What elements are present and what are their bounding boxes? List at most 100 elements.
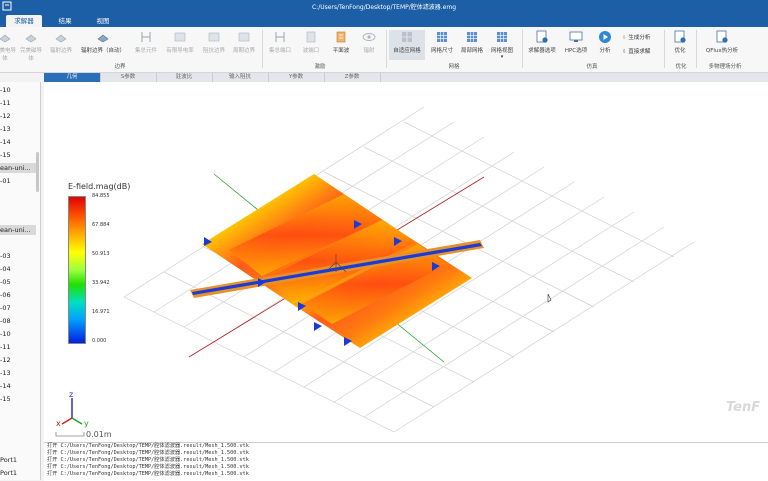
project-tree: -10 -11 -12 -13 -14 -15 ean-uni... -01 e… — [0, 82, 41, 480]
radiation-boundary-button[interactable]: 辐射边界 — [48, 30, 74, 54]
tab-y-params[interactable]: Y参数 — [268, 73, 325, 82]
tree-item[interactable]: -01 — [0, 176, 36, 186]
tree-item[interactable]: -13 — [0, 124, 36, 134]
mouse-cursor-icon — [547, 293, 552, 303]
mesh-size-button[interactable]: 网格尺寸 — [428, 30, 456, 54]
tree-item[interactable]: -03 — [0, 251, 36, 261]
group-label-boundary: 边界 — [114, 64, 126, 70]
port-icon — [275, 32, 285, 42]
direct-solve-button[interactable]: ⇩ 直接求解 — [622, 47, 650, 55]
scale-label: 0.01m — [86, 430, 112, 439]
tree-item[interactable]: -07 — [0, 303, 36, 313]
mesh-icon — [402, 32, 412, 42]
legend-title: E-field.mag(dB) — [68, 182, 131, 191]
grid-icon — [497, 32, 507, 42]
tree-item[interactable]: -05 — [0, 277, 36, 287]
lumped-icon — [141, 32, 151, 42]
ribbon: 完美电导体 完美磁导体 辐射边界 辐射边界（自动） 集总元件 有限导电率 阻抗边… — [0, 27, 768, 73]
periodic-boundary-button[interactable]: 周期边界 — [230, 30, 258, 54]
group-label-excitation: 激励 — [314, 64, 326, 70]
log-line: 打开 C:/Users/TenFong/Desktop/TEMP/腔体滤波器.r… — [47, 450, 249, 456]
impedance-icon — [208, 32, 220, 42]
tree-item[interactable]: -10 — [0, 329, 36, 339]
solver-options-button[interactable]: 求解器选项 — [526, 30, 558, 54]
tree-item-selected[interactable]: ean-uni... — [0, 225, 36, 235]
window-title: C:/Users/TenFong/Desktop/TEMP/腔体滤波器.emg — [311, 4, 457, 11]
tree-item[interactable]: -14 — [0, 137, 36, 147]
local-mesh-button[interactable]: 局部网格 — [458, 30, 486, 54]
planewave-icon — [336, 31, 346, 43]
tree-item[interactable]: -08 — [0, 316, 36, 326]
tree-item[interactable]: -06 — [0, 290, 36, 300]
lumped-element-button[interactable]: 集总元件 — [132, 30, 160, 54]
log-line: 打开 C:/Users/TenFong/Desktop/TEMP/腔体滤波器.r… — [47, 443, 249, 449]
tab-results[interactable]: 结果 — [48, 15, 82, 27]
watermark: TenF — [726, 400, 761, 415]
legend-tick: 0.000 — [92, 338, 107, 344]
ribbon-separator — [664, 30, 665, 68]
pec-button[interactable]: 完美电导体 — [0, 30, 16, 62]
analyze-button[interactable]: 分析 — [594, 30, 616, 54]
plane-wave-button[interactable]: 平面波 — [328, 30, 354, 54]
result-tabs: 几何 S参数 驻波比 输入阻抗 Y参数 Z参数 — [44, 73, 768, 82]
grid-icon — [437, 32, 447, 42]
tree-item[interactable]: -12 — [0, 355, 36, 365]
radiation-auto-button[interactable]: 辐射边界（自动） — [78, 30, 128, 54]
tree-item[interactable]: -04 — [0, 264, 36, 274]
port-item[interactable]: Port1 — [0, 456, 17, 464]
boundary-icon — [55, 34, 67, 43]
axis-y-label: y — [84, 419, 89, 428]
tree-item[interactable]: -15 — [0, 150, 36, 160]
legend-tick: 84.855 — [92, 193, 110, 199]
impedance-boundary-button[interactable]: 阻抗边界 — [200, 30, 228, 54]
hpc-icon — [569, 31, 583, 42]
tab-input-impedance[interactable]: 输入阻抗 — [212, 73, 269, 82]
tab-s-params[interactable]: S参数 — [100, 73, 157, 82]
radiation-source-button[interactable]: 辐射 — [356, 30, 382, 54]
tree-item[interactable]: -15 — [0, 394, 36, 404]
wave-port-button[interactable]: 波端口 — [298, 30, 324, 54]
hpc-options-button[interactable]: HPC选项 — [562, 30, 590, 54]
legend-tick: 33.942 — [92, 280, 110, 286]
generate-analysis-button[interactable]: ⇩ 生成分析 — [622, 33, 650, 41]
tree-item[interactable]: -11 — [0, 98, 36, 108]
optimize-icon — [674, 30, 686, 43]
pmc-button[interactable]: 完美磁导体 — [18, 30, 44, 62]
tab-vswr[interactable]: 驻波比 — [156, 73, 213, 82]
grid-icon — [467, 32, 477, 42]
tree-item[interactable]: -11 — [0, 342, 36, 352]
group-label-mesh: 网格 — [448, 64, 460, 70]
tree-item[interactable]: -12 — [0, 111, 36, 121]
tab-geometry[interactable]: 几何 — [44, 73, 101, 82]
optimize-button[interactable]: 优化 — [668, 30, 692, 54]
download-icon: ⇩ — [622, 35, 627, 41]
boundary-icon — [97, 34, 109, 43]
output-log[interactable]: 打开 C:/Users/TenFong/Desktop/TEMP/腔体滤波器.r… — [44, 442, 768, 481]
ribbon-separator — [696, 30, 697, 68]
3d-viewport[interactable] — [44, 82, 768, 442]
menu-bar: 求解器 结果 视图 — [0, 14, 768, 27]
port-item[interactable]: Port1 — [0, 469, 17, 477]
chevron-down-icon[interactable]: ▾ — [488, 54, 516, 60]
sidebar-scrollbar[interactable] — [36, 152, 39, 192]
tree-item[interactable]: -13 — [0, 368, 36, 378]
adaptive-mesh-button[interactable]: 自适应网格 — [389, 30, 425, 60]
tab-view[interactable]: 视图 — [86, 15, 120, 27]
lumped-port-button[interactable]: 集总端口 — [266, 30, 294, 54]
legend-tick: 16.971 — [92, 309, 110, 315]
tab-z-params[interactable]: Z参数 — [324, 73, 381, 82]
tab-solver[interactable]: 求解器 — [6, 15, 42, 27]
filter-geometry — [190, 174, 484, 348]
waveport-icon — [306, 31, 316, 43]
qflux-button[interactable]: QFlux热分析 — [700, 30, 744, 54]
tree-item[interactable]: -10 — [0, 85, 36, 95]
play-icon — [599, 31, 611, 43]
tree-item[interactable]: -14 — [0, 381, 36, 391]
log-line: 打开 C:/Users/TenFong/Desktop/TEMP/腔体滤波器.r… — [47, 471, 249, 477]
qflux-icon — [716, 30, 728, 43]
color-scale-bar — [68, 196, 86, 344]
finite-conductivity-button[interactable]: 有限导电率 — [164, 30, 196, 54]
tree-item-selected[interactable]: ean-uni... — [0, 163, 36, 173]
boundary-icon — [0, 34, 11, 43]
mesh-view-button[interactable]: 网格视图 ▾ — [488, 30, 516, 60]
